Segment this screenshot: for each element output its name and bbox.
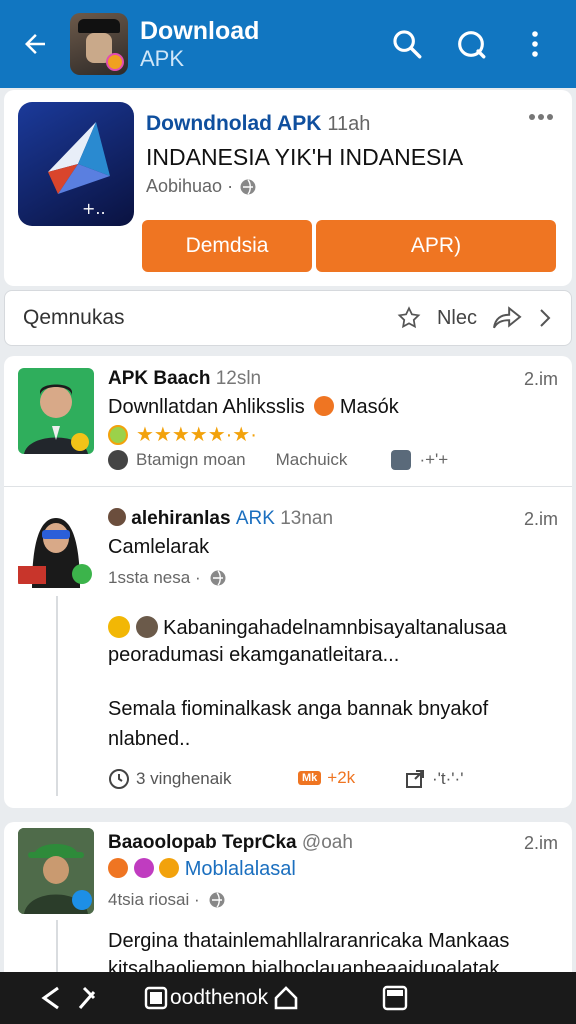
- search-icon: [393, 30, 422, 59]
- post-avatar[interactable]: [18, 502, 94, 588]
- post-body-line-1: Kabaningahadelnamnbisayaltanalusaa: [108, 616, 507, 640]
- post-time: 2.im: [523, 509, 558, 529]
- person-avatar-icon: [24, 384, 89, 454]
- refresh-icon: [458, 31, 486, 59]
- bottom-nav-label[interactable]: oodthenok: [170, 986, 268, 1010]
- like-icon: Mk: [298, 771, 322, 785]
- post-feed-2: Baaoolopab TeprCka @oah 2.im Moblalalasa…: [4, 822, 572, 982]
- likes-stat[interactable]: Mk +2k: [298, 768, 355, 788]
- badge-icon: [108, 858, 128, 878]
- share-icon[interactable]: [491, 305, 523, 331]
- tab-icon[interactable]: [144, 986, 168, 1010]
- app-avatar[interactable]: [70, 13, 128, 75]
- thread-line: [56, 596, 58, 796]
- top-app-bar: Download APK: [0, 0, 576, 88]
- user-circle-icon: [108, 450, 128, 470]
- app-name[interactable]: Downdnolad APK 11ah: [146, 112, 370, 136]
- emoji-icon: [135, 616, 158, 638]
- post-body-line-1: Dergina thatainlemahllalraranricaka Mank…: [108, 930, 510, 952]
- post-author[interactable]: APK Baach 12sln: [108, 368, 261, 390]
- primary-action-button[interactable]: Demdsia: [142, 220, 312, 272]
- post-time-inline: 12sln: [215, 368, 262, 389]
- post-meta-row: 4tsia riosai ·: [108, 890, 226, 910]
- back-arrow-icon: [25, 34, 45, 54]
- action-row: Qemnukas Nlec: [4, 290, 572, 346]
- post-time-inline: 13nan: [280, 508, 334, 529]
- card-more-button[interactable]: [528, 108, 554, 126]
- person-avatar-icon: [18, 518, 92, 588]
- post-feed: APK Baach 12sln 2.im Downllatdan Ahlikss…: [4, 356, 572, 808]
- post-author[interactable]: Baaoolopab TeprCka @oah: [108, 832, 353, 854]
- post-time: 2.im: [523, 369, 558, 389]
- tools-icon[interactable]: [74, 984, 100, 1012]
- views-stat[interactable]: 3 vinghenaik: [108, 768, 231, 790]
- home-icon[interactable]: [272, 984, 300, 1012]
- post-avatar[interactable]: [18, 828, 94, 914]
- post-meta-row: Btamign moan Machuick ·+'+: [108, 450, 448, 470]
- bottom-navigation: oodthenok: [0, 972, 576, 1024]
- clock-icon: [109, 769, 129, 789]
- share-stat[interactable]: ·'t·'·': [404, 768, 463, 790]
- back-chevron-icon[interactable]: [38, 984, 64, 1012]
- back-button[interactable]: [0, 0, 70, 88]
- star-outline-icon[interactable]: [395, 305, 423, 331]
- rating-badge-icon: [108, 424, 128, 445]
- app-logo[interactable]: +..: [18, 102, 134, 226]
- app-bar-titles: Download APK: [140, 17, 259, 71]
- more-horiz-icon: [529, 114, 553, 120]
- post-text: Downllatdan Ahliksslis Masók: [108, 396, 399, 418]
- app-bar-subtitle: APK: [140, 45, 185, 71]
- post-handle[interactable]: @oah: [302, 832, 353, 853]
- refresh-button[interactable]: [448, 21, 494, 67]
- app-info-card: +.. Downdnolad APK 11ah INDANESIA YIK'H I…: [4, 90, 572, 286]
- post-time: 2.im: [523, 833, 558, 853]
- media-icon[interactable]: [391, 450, 412, 470]
- more-vert-icon: [532, 31, 538, 57]
- globe-icon: [240, 179, 256, 194]
- app-headline: INDANESIA YIK'H INDANESIA: [146, 144, 464, 170]
- post-body-line-3: Semala fiominalkask anga bannak bnyakof: [108, 698, 489, 720]
- emoji-icon: [108, 616, 130, 638]
- app-meta: Aobihuao ·: [146, 176, 257, 197]
- recents-icon[interactable]: [382, 984, 408, 1012]
- globe-icon: [209, 892, 225, 908]
- more-options-button[interactable]: [512, 21, 558, 67]
- app-bar-title: Download: [140, 16, 260, 45]
- post-avatar[interactable]: [18, 368, 94, 454]
- badge-icon: [314, 396, 335, 416]
- rating-stars: ★★★★★·★·: [136, 424, 257, 446]
- post-subtitle: Moblalalasal: [108, 858, 296, 881]
- badge-icon: [133, 858, 154, 878]
- globe-icon: [210, 570, 226, 586]
- badge-icon: [159, 858, 180, 878]
- app-time: 11ah: [327, 113, 371, 135]
- post-author[interactable]: alehiranlas ARK 13nan: [108, 508, 333, 530]
- post-body-line-4: nlabned..: [108, 728, 191, 750]
- svg-text:+..: +..: [82, 199, 106, 218]
- action-row-label[interactable]: Nlec: [437, 307, 477, 330]
- post-handle[interactable]: ARK: [236, 508, 275, 529]
- post-body-line-2: peoradumasi ekamganatleitara...: [108, 644, 400, 666]
- post-subtitle: Camlelarak: [108, 536, 210, 558]
- prism-logo-icon: +..: [48, 122, 110, 218]
- verified-icon: [108, 508, 126, 526]
- chevron-right-icon[interactable]: [537, 305, 553, 331]
- search-button[interactable]: [384, 21, 430, 67]
- comments-label[interactable]: Qemnukas: [23, 306, 125, 330]
- post-meta-row: 1ssta nesa ·: [108, 568, 227, 588]
- rating-row: ★★★★★·★·: [108, 422, 257, 447]
- share-box-icon: [406, 770, 424, 788]
- download-apk-button[interactable]: APR): [316, 220, 556, 272]
- person-avatar-icon: [18, 828, 94, 914]
